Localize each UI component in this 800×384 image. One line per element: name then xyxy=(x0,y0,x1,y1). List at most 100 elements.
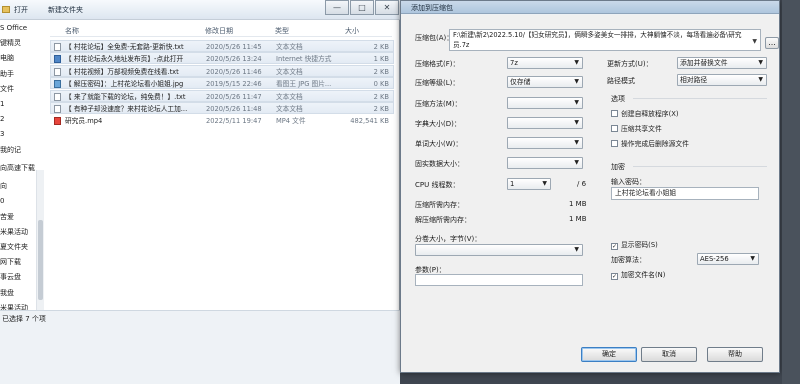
file-type: Internet 快捷方式 xyxy=(276,55,332,64)
file-row[interactable]: 【 村花论坛】全免费-无套路-更新快.txt 2020/5/26 11:45 文本文… xyxy=(50,40,394,52)
show-password-checkbox[interactable]: ✓ 显示密码(S) xyxy=(611,239,658,250)
file-row[interactable]: 【 村花视频】万部视频免费在线看.txt 2020/5/26 11:46 文本文档 2… xyxy=(50,64,394,77)
column-size-header[interactable]: 大小 xyxy=(345,26,359,36)
maximize-button[interactable]: □ xyxy=(350,0,374,15)
enc-method-label: 加密算法： xyxy=(611,256,646,264)
password-label: 输入密码： xyxy=(611,178,646,186)
img-file-icon xyxy=(54,80,61,89)
solid-label: 固实数据大小： xyxy=(415,160,464,168)
close-button[interactable]: ✕ xyxy=(375,0,399,15)
update-mode-select[interactable]: 添加并替换文件 ▼ xyxy=(677,57,767,69)
txt-file-icon xyxy=(54,67,61,76)
check-icon: ✓ xyxy=(611,273,618,280)
dict-select[interactable]: ▼ xyxy=(507,117,583,129)
file-row[interactable]: 研究员.mp4 2022/5/11 19:47 MP4 文件 482,541 KB xyxy=(50,114,394,127)
mem-decompress-label: 解压缩所需内存： xyxy=(415,216,471,224)
level-label: 压缩等级(L)： xyxy=(415,79,460,87)
chevron-down-icon: ▼ xyxy=(574,139,579,146)
update-mode-label: 更新方式(U)： xyxy=(607,60,653,68)
threads-value: 1 xyxy=(510,180,515,188)
file-type: 文本文档 xyxy=(276,92,303,101)
word-select[interactable]: ▼ xyxy=(507,137,583,149)
sidebar-item[interactable]: S Office xyxy=(0,22,44,34)
sidebar-item[interactable]: 电脑 xyxy=(0,52,44,64)
split-size-combobox[interactable]: ▼ xyxy=(415,244,583,256)
url-file-icon xyxy=(54,55,61,64)
sidebar-item[interactable]: 1 xyxy=(0,98,44,110)
chevron-down-icon: ▼ xyxy=(542,180,547,187)
file-date: 2020/5/26 13:24 xyxy=(206,55,262,64)
mem-decompress-value: 1 MB xyxy=(569,215,587,223)
sfx-checkbox[interactable]: 创建自释放程序(X) xyxy=(611,108,679,118)
chevron-down-icon[interactable]: ▼ xyxy=(752,37,757,47)
solid-select[interactable]: ▼ xyxy=(507,157,583,169)
file-row[interactable]: 【 来了就能下载的论坛，纯免费！】.txt 2020/5/26 11:47 文本文档… xyxy=(50,89,394,102)
file-name: 研究员.mp4 xyxy=(65,117,103,126)
archive-path-combobox[interactable]: F:\新建\新2\2022.5.10/【妇女研究员】，俩瞬多姿美女一排排，大神躺… xyxy=(449,29,761,51)
nav-scroll-thumb[interactable] xyxy=(38,220,43,300)
file-name: 【 有种子却没速度？来村花论坛人工加... xyxy=(65,104,188,113)
dialog-title: 添加到压缩包 xyxy=(411,4,453,12)
file-type: 看图王 JPG 图片... xyxy=(276,80,332,89)
enc-method-select[interactable]: AES-256 ▼ xyxy=(697,253,759,265)
file-row[interactable]: 【 村花论坛永久地址发布页】-点此打开 2020/5/26 13:24 Intern… xyxy=(50,52,394,65)
format-select[interactable]: 7z ▼ xyxy=(507,57,583,69)
file-size: 0 KB xyxy=(373,80,389,89)
mem-compress-label: 压缩所需内存： xyxy=(415,201,464,209)
dict-label: 字典大小(D)： xyxy=(415,120,461,128)
update-mode-value: 添加并替换文件 xyxy=(680,59,728,67)
file-row[interactable]: 【 解压密码】：上村花论坛看小姐姐.jpg 2019/5/15 22:46 看图王 … xyxy=(50,77,394,90)
browse-button[interactable]: ... xyxy=(765,37,779,49)
txt-file-icon xyxy=(54,104,61,113)
password-input[interactable]: 上村花论坛看小姐姐 xyxy=(611,187,759,200)
chevron-down-icon: ▼ xyxy=(574,159,579,166)
shared-files-checkbox[interactable]: 压缩共享文件 xyxy=(611,123,662,133)
column-type-header[interactable]: 类型 xyxy=(275,26,289,36)
delete-after-checkbox[interactable]: 操作完成后删除源文件 xyxy=(611,138,689,148)
path-mode-select[interactable]: 相对路径 ▼ xyxy=(677,74,767,86)
encrypt-names-checkbox[interactable]: ✓ 加密文件名(N) xyxy=(611,269,665,280)
file-explorer-window: 打开 新建文件夹 — □ ✕ S Office 键精灵 电脑 助手 文件 1 2 3 我的记 向高… xyxy=(0,0,400,384)
cancel-button[interactable]: 取消 xyxy=(641,347,697,362)
sidebar-item[interactable]: 助手 xyxy=(0,68,44,80)
archive-label: 压缩包(A)： xyxy=(415,34,454,42)
path-mode-label: 路径模式 xyxy=(607,77,635,85)
column-name-header[interactable]: 名称 xyxy=(65,26,79,36)
status-bar: 已选择 7 个项 xyxy=(0,310,400,384)
file-size: 482,541 KB xyxy=(350,117,389,126)
column-date-header[interactable]: 修改日期 xyxy=(205,26,233,36)
threads-select[interactable]: 1 ▼ xyxy=(507,178,551,190)
chevron-down-icon: ▼ xyxy=(574,59,579,66)
shared-label: 压缩共享文件 xyxy=(621,125,662,133)
method-label: 压缩方法(M)： xyxy=(415,100,462,108)
path-mode-value: 相对路径 xyxy=(680,76,708,84)
file-date: 2020/5/26 11:48 xyxy=(206,104,262,113)
chevron-down-icon: ▼ xyxy=(758,76,763,83)
new-folder-button[interactable]: 新建文件夹 xyxy=(48,5,83,15)
threads-label: CPU 线程数： xyxy=(415,181,460,189)
encrypt-group-label: 加密 xyxy=(611,163,625,171)
open-button[interactable]: 打开 xyxy=(14,5,28,15)
dialog-title-bar[interactable]: 添加到压缩包 xyxy=(401,1,779,14)
minimize-button[interactable]: — xyxy=(325,0,349,15)
chevron-down-icon: ▼ xyxy=(758,59,763,66)
ok-button[interactable]: 确定 xyxy=(581,347,637,362)
params-input[interactable] xyxy=(415,274,583,286)
level-select[interactable]: 仅存储 ▼ xyxy=(507,76,583,88)
archive-path-value: F:\新建\新2\2022.5.10/【妇女研究员】，俩瞬多姿美女一排排，大神躺… xyxy=(453,31,742,49)
nav-scrollbar[interactable] xyxy=(36,170,44,310)
enc-method-value: AES-256 xyxy=(700,255,729,263)
options-divider xyxy=(633,98,767,99)
checkbox-box xyxy=(611,140,618,147)
chevron-down-icon: ▼ xyxy=(574,246,579,253)
sidebar-item[interactable]: 我的记 xyxy=(0,144,44,156)
method-select[interactable]: ▼ xyxy=(507,97,583,109)
help-button[interactable]: 帮助 xyxy=(707,347,763,362)
sidebar-item[interactable]: 文件 xyxy=(0,83,44,95)
file-row[interactable]: 【 有种子却没速度？来村花论坛人工加... 2020/5/26 11:48 文本文档… xyxy=(50,101,394,114)
window-controls: — □ ✕ xyxy=(323,0,399,20)
chevron-down-icon: ▼ xyxy=(574,99,579,106)
sidebar-item[interactable]: 2 xyxy=(0,113,44,125)
sidebar-item[interactable]: 3 xyxy=(0,128,44,140)
sidebar-item[interactable]: 键精灵 xyxy=(0,37,44,49)
